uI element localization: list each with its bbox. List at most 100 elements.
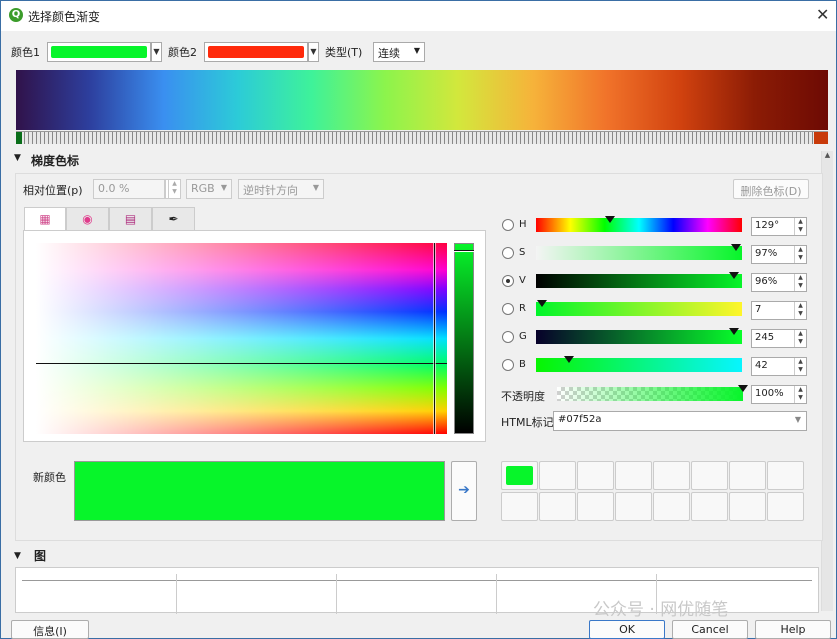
type-label: 类型(T) bbox=[325, 46, 363, 59]
swatch-cell[interactable] bbox=[501, 461, 538, 490]
channel-spinbox-v[interactable]: 96% ▲ ▼ bbox=[751, 273, 807, 292]
channel-slider-r[interactable] bbox=[536, 300, 742, 316]
opacity-gradient bbox=[557, 387, 743, 401]
opacity-slider[interactable] bbox=[557, 385, 748, 401]
collapse-icon[interactable]: ▼ bbox=[14, 551, 21, 561]
channel-value: 42 bbox=[755, 360, 768, 371]
swatch-cell[interactable] bbox=[729, 492, 766, 521]
channel-radio-s[interactable] bbox=[502, 247, 514, 259]
channel-value: 245 bbox=[755, 332, 775, 343]
opacity-spinbox[interactable]: 100% ▲ ▼ bbox=[751, 385, 807, 404]
channel-slider-handle[interactable] bbox=[728, 272, 739, 279]
opacity-slider-handle[interactable] bbox=[738, 385, 748, 392]
gradient-stops-heading[interactable]: 梯度色标 bbox=[31, 152, 79, 169]
close-icon[interactable]: ✕ bbox=[816, 5, 829, 24]
color-box-tab[interactable]: ▦ bbox=[24, 207, 66, 231]
color1-label: 颜色1 bbox=[11, 46, 40, 59]
channel-label-b: B bbox=[519, 359, 526, 370]
gradient-stop-markers[interactable] bbox=[16, 131, 828, 144]
channel-value: 129° bbox=[755, 220, 780, 231]
channel-spinbox-s[interactable]: 97% ▲ ▼ bbox=[751, 245, 807, 264]
html-notation-label: HTML标记 bbox=[501, 416, 554, 429]
type-select[interactable]: 连续 ▼ bbox=[373, 42, 425, 62]
swatch-cell[interactable] bbox=[767, 461, 804, 490]
channel-radio-r[interactable] bbox=[502, 303, 514, 315]
swatch-color bbox=[506, 466, 533, 485]
value-vertical-slider[interactable] bbox=[454, 243, 474, 434]
color-model-select[interactable]: RGB ▼ bbox=[186, 179, 232, 199]
plot-heading[interactable]: 图 bbox=[34, 547, 46, 564]
color2-button[interactable] bbox=[204, 42, 308, 62]
channel-radio-b[interactable] bbox=[502, 359, 514, 371]
swatch-cell[interactable] bbox=[577, 461, 614, 490]
swatch-cell[interactable] bbox=[691, 492, 728, 521]
swatch-cell[interactable] bbox=[539, 492, 576, 521]
html-notation-input[interactable]: #07f52a ▼ bbox=[553, 411, 807, 431]
swatch-cell[interactable] bbox=[653, 461, 690, 490]
scroll-up-icon[interactable]: ▲ bbox=[822, 151, 833, 159]
swatch-cell[interactable] bbox=[501, 492, 538, 521]
color-model-value: RGB bbox=[191, 182, 215, 195]
channel-radio-h[interactable] bbox=[502, 219, 514, 231]
channel-slider-h[interactable] bbox=[536, 216, 742, 232]
channel-value: 96% bbox=[755, 276, 778, 287]
eyedropper-tab[interactable]: ✒ bbox=[152, 207, 195, 231]
channel-slider-b[interactable] bbox=[536, 356, 742, 372]
swatch-cell[interactable] bbox=[691, 461, 728, 490]
chevron-down-icon: ▼ bbox=[312, 183, 319, 192]
direction-value: 逆时针方向 bbox=[243, 184, 298, 197]
channel-slider-handle[interactable] bbox=[563, 356, 574, 363]
channel-slider-g[interactable] bbox=[536, 328, 742, 344]
color-wheel-icon: ◉ bbox=[82, 212, 93, 226]
plot-gridline bbox=[176, 574, 177, 614]
swatch-grid-tab[interactable]: ▤ bbox=[109, 207, 152, 231]
gradient-ramp-preview[interactable] bbox=[16, 70, 828, 130]
relative-position-input[interactable]: 0.0 % bbox=[93, 179, 165, 199]
channel-spinbox-r[interactable]: 7 ▲ ▼ bbox=[751, 301, 807, 320]
channel-spinbox-h[interactable]: 129° ▲ ▼ bbox=[751, 217, 807, 236]
add-to-swatches-arrow-icon[interactable]: ➔ bbox=[451, 461, 477, 521]
help-button[interactable]: Help bbox=[755, 620, 831, 639]
new-color-label: 新颜色 bbox=[33, 471, 66, 484]
swatch-cell[interactable] bbox=[729, 461, 766, 490]
stop-marker-end[interactable] bbox=[814, 132, 828, 144]
title-bar: Q 选择颜色渐变 ✕ bbox=[1, 1, 836, 31]
swatch-cell[interactable] bbox=[767, 492, 804, 521]
channel-spinbox-b[interactable]: 42 ▲ ▼ bbox=[751, 357, 807, 376]
channel-value: 97% bbox=[755, 248, 778, 259]
swatch-grid-icon: ▤ bbox=[124, 212, 137, 226]
channel-slider-handle[interactable] bbox=[537, 300, 548, 307]
channel-slider-s[interactable] bbox=[536, 244, 742, 260]
swatch-cell[interactable] bbox=[615, 461, 652, 490]
channel-slider-handle[interactable] bbox=[728, 328, 739, 335]
opacity-value: 100% bbox=[755, 388, 784, 399]
delete-stop-button[interactable]: 删除色标(D) bbox=[733, 179, 809, 199]
swatch-cell[interactable] bbox=[653, 492, 690, 521]
direction-select[interactable]: 逆时针方向 ▼ bbox=[238, 179, 324, 199]
swatch-cell[interactable] bbox=[539, 461, 576, 490]
channel-slider-handle[interactable] bbox=[605, 216, 616, 223]
color-wheel-tab[interactable]: ◉ bbox=[66, 207, 109, 231]
saturation-hue-box[interactable] bbox=[36, 243, 447, 434]
channel-spinbox-g[interactable]: 245 ▲ ▼ bbox=[751, 329, 807, 348]
channel-radio-g[interactable] bbox=[502, 331, 514, 343]
color2-dropdown-icon[interactable]: ▼ bbox=[308, 42, 319, 62]
channel-value: 7 bbox=[755, 304, 762, 315]
relative-position-stepper[interactable]: ▲ ▼ bbox=[165, 179, 181, 199]
color1-dropdown-icon[interactable]: ▼ bbox=[151, 42, 162, 62]
swatch-cell[interactable] bbox=[577, 492, 614, 521]
chevron-down-icon: ▼ bbox=[220, 183, 227, 192]
color1-button[interactable] bbox=[47, 42, 151, 62]
ok-button[interactable]: OK bbox=[589, 620, 665, 639]
collapse-icon[interactable]: ▼ bbox=[14, 153, 21, 163]
cancel-button[interactable]: Cancel bbox=[672, 620, 748, 639]
relative-position-label: 相对位置(p) bbox=[23, 184, 83, 197]
stop-marker-start[interactable] bbox=[16, 132, 22, 144]
color2-label: 颜色2 bbox=[168, 46, 197, 59]
channel-slider-handle[interactable] bbox=[730, 244, 741, 251]
channel-radio-v[interactable] bbox=[502, 275, 514, 287]
info-button[interactable]: 信息(I) bbox=[11, 620, 89, 639]
vertical-slider-handle[interactable] bbox=[454, 250, 474, 252]
channel-slider-v[interactable] bbox=[536, 272, 742, 288]
swatch-cell[interactable] bbox=[615, 492, 652, 521]
